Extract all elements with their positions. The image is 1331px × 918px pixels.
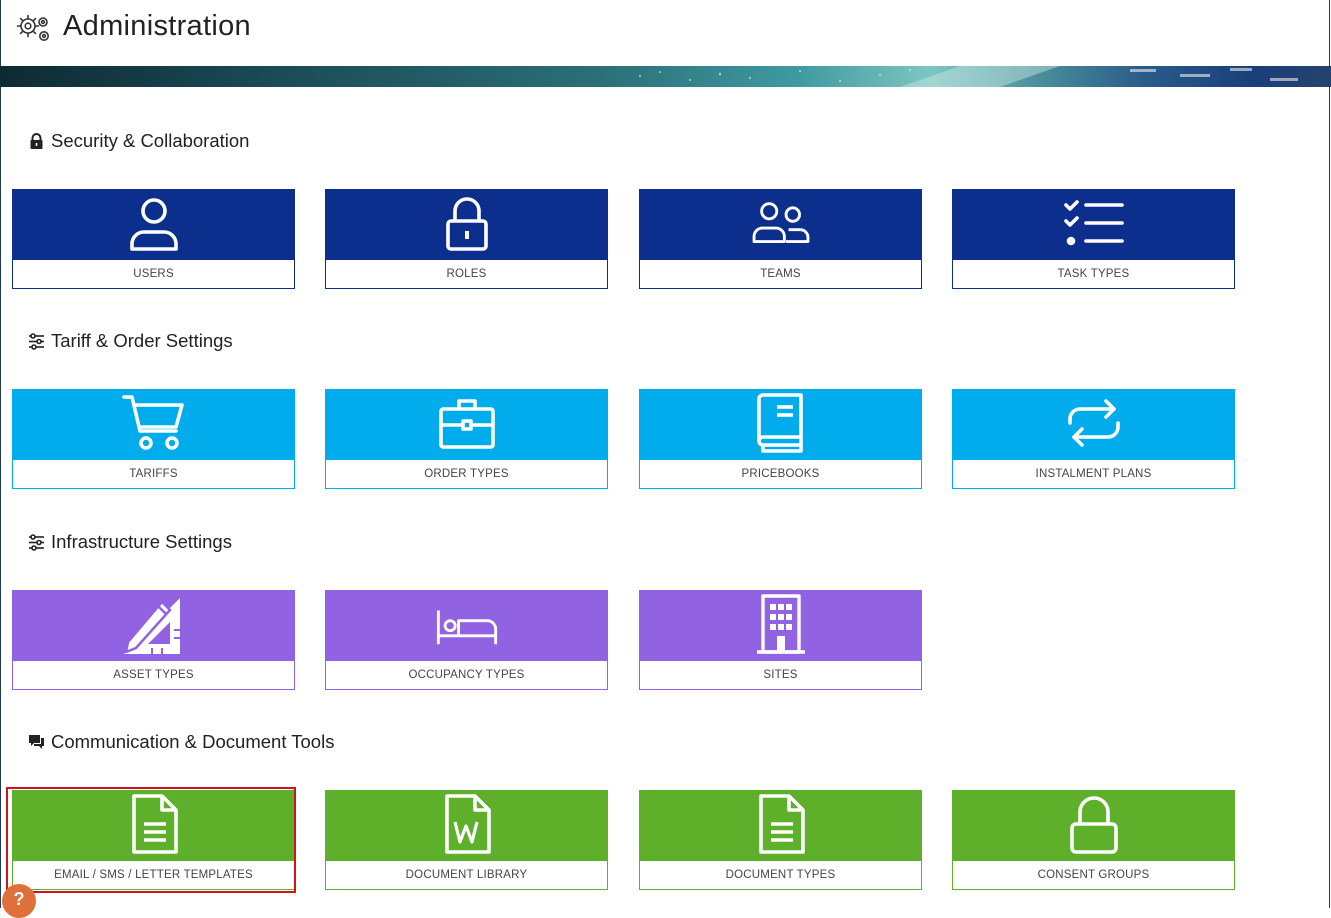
tile-email-sms-letter-templates[interactable]: EMAIL / SMS / LETTER TEMPLATES <box>12 790 295 890</box>
tile-order-types[interactable]: ORDER TYPES <box>325 389 608 489</box>
tile-label: DOCUMENT LIBRARY <box>405 869 528 881</box>
tile-label: PRICEBOOKS <box>741 468 820 480</box>
page-border-right <box>1329 0 1330 908</box>
tile-label: USERS <box>133 268 174 280</box>
drafting-tools-icon <box>122 592 186 661</box>
briefcase-icon <box>435 391 499 460</box>
checklist-icon <box>1062 191 1126 260</box>
tile-document-library[interactable]: DOCUMENT LIBRARY <box>325 790 608 890</box>
section-title-label: Infrastructure Settings <box>51 531 232 552</box>
header-banner-image <box>0 66 1331 87</box>
tile-label: DOCUMENT TYPES <box>725 869 836 881</box>
user-icon <box>122 191 186 260</box>
tile-label: SITES <box>763 669 798 681</box>
tile-users[interactable]: USERS <box>12 189 295 289</box>
repeat-icon <box>1062 391 1126 460</box>
section-title-security: Security & Collaboration <box>28 130 249 152</box>
tile-label: TEAMS <box>760 268 801 280</box>
tile-roles[interactable]: ROLES <box>325 189 608 289</box>
gears-icon <box>15 13 53 43</box>
section-title-label: Security & Collaboration <box>51 130 250 151</box>
page-title: Administration <box>63 10 251 42</box>
tile-asset-types[interactable]: ASSET TYPES <box>12 590 295 690</box>
bed-icon <box>435 592 499 661</box>
tile-consent-groups[interactable]: CONSENT GROUPS <box>952 790 1235 890</box>
sliders-icon <box>28 332 45 350</box>
tile-occupancy-types[interactable]: OCCUPANCY TYPES <box>325 590 608 690</box>
tile-label: TARIFFS <box>129 468 178 480</box>
page-header: Administration <box>0 0 1331 66</box>
tile-tariffs[interactable]: TARIFFS <box>12 389 295 489</box>
section-title-communication: Communication & Document Tools <box>28 731 334 753</box>
sliders-icon <box>28 533 45 551</box>
section-title-label: Communication & Document Tools <box>51 731 335 752</box>
document-icon <box>122 792 186 861</box>
section-title-tariff: Tariff & Order Settings <box>28 330 233 352</box>
building-icon <box>749 592 813 661</box>
tile-label: INSTALMENT PLANS <box>1035 468 1152 480</box>
cart-icon <box>121 391 186 460</box>
tile-label: OCCUPANCY TYPES <box>408 669 525 681</box>
tile-sites[interactable]: SITES <box>639 590 922 690</box>
tile-document-types[interactable]: DOCUMENT TYPES <box>639 790 922 890</box>
page-border-left <box>0 0 1 908</box>
tile-instalment-plans[interactable]: INSTALMENT PLANS <box>952 389 1235 489</box>
team-icon <box>749 191 813 260</box>
tile-task-types[interactable]: TASK TYPES <box>952 189 1235 289</box>
section-title-label: Tariff & Order Settings <box>51 330 233 351</box>
section-title-infrastructure: Infrastructure Settings <box>28 531 232 553</box>
document-icon <box>749 792 813 861</box>
tile-teams[interactable]: TEAMS <box>639 189 922 289</box>
tile-label: EMAIL / SMS / LETTER TEMPLATES <box>54 869 253 881</box>
chat-bubbles-icon <box>28 734 45 751</box>
padlock-open-icon <box>1062 792 1126 861</box>
tile-pricebooks[interactable]: PRICEBOOKS <box>639 389 922 489</box>
padlock-icon <box>435 191 499 260</box>
book-icon <box>749 391 813 460</box>
help-button[interactable]: ? <box>2 884 36 918</box>
tile-label: ROLES <box>446 268 487 280</box>
tile-label: CONSENT GROUPS <box>1037 869 1150 881</box>
tile-label: ASSET TYPES <box>113 669 194 681</box>
tile-label: ORDER TYPES <box>424 468 509 480</box>
lock-icon <box>28 132 45 150</box>
tile-label: TASK TYPES <box>1057 268 1130 280</box>
word-document-icon <box>435 792 499 861</box>
